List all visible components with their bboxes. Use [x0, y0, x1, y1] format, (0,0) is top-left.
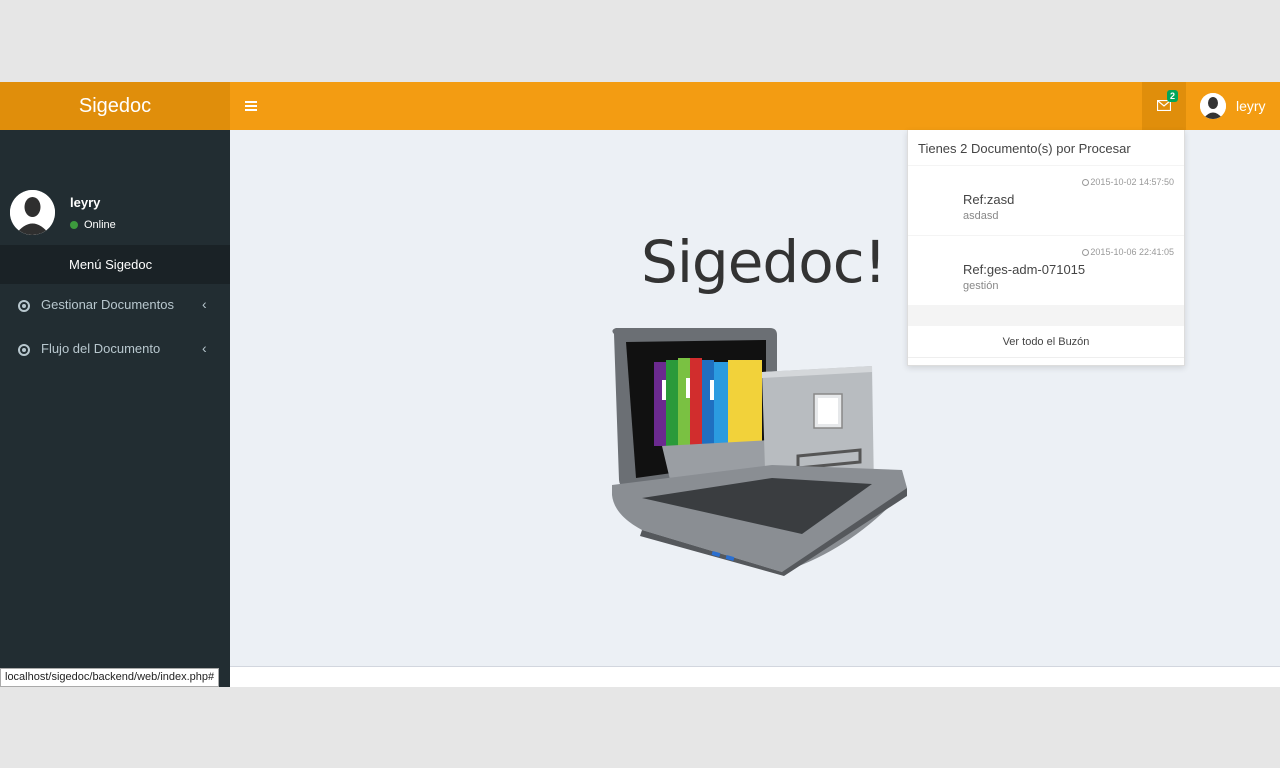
- sidebar-toggle-button[interactable]: [240, 96, 262, 116]
- message-time-text: 2015-10-02 14:57:50: [1090, 177, 1174, 187]
- page-title: Sigedoc!: [641, 228, 887, 296]
- avatar: [1200, 93, 1226, 119]
- clock-icon: [1082, 248, 1090, 256]
- message-desc: asdasd: [963, 210, 999, 222]
- chevron-left-icon: ‹: [202, 296, 207, 312]
- menu-header: Menú Sigedoc: [0, 245, 230, 284]
- dropdown-spacer: [908, 306, 1184, 326]
- user-silhouette-icon: [1200, 93, 1226, 119]
- avatar: [10, 190, 55, 235]
- message-item[interactable]: 2015-10-06 22:41:05 Ref:ges-adm-071015 g…: [908, 236, 1184, 306]
- hamburger-icon: [245, 101, 257, 103]
- sidebar-item-gestionar-documentos[interactable]: Gestionar Documentos ‹: [0, 284, 230, 328]
- circle-icon: [18, 300, 30, 312]
- messages-dropdown: Tienes 2 Documento(s) por Procesar 2015-…: [907, 130, 1185, 366]
- hamburger-icon-bar: [245, 109, 257, 111]
- user-name: leyry: [1236, 98, 1266, 114]
- status-dot-icon: [70, 221, 78, 229]
- user-menu[interactable]: leyry: [1192, 82, 1266, 130]
- page-footer: [230, 666, 1280, 687]
- top-navbar: 2 leyry: [230, 82, 1280, 130]
- message-time: 2015-10-02 14:57:50: [1082, 177, 1174, 187]
- circle-icon: [18, 344, 30, 356]
- hamburger-icon-bar: [245, 105, 257, 107]
- sidebar-item-label: Flujo del Documento: [41, 341, 161, 356]
- sidebar-item-label: Gestionar Documentos: [41, 297, 174, 312]
- logo[interactable]: Sigedoc: [0, 82, 230, 130]
- online-status: Online: [70, 219, 116, 231]
- sidebar: leyry Online Menú Sigedoc Gestionar Docu…: [0, 130, 230, 687]
- clock-icon: [1082, 178, 1090, 186]
- app-window: Sigedoc 2 leyry leyry Online Menú Sigedo…: [0, 82, 1280, 687]
- message-item[interactable]: 2015-10-02 14:57:50 Ref:zasd asdasd: [908, 166, 1184, 236]
- dropdown-header: Tienes 2 Documento(s) por Procesar: [908, 130, 1184, 166]
- sidebar-user-name: leyry: [70, 195, 101, 210]
- message-ref: Ref:zasd: [963, 192, 1015, 207]
- laptop-file-cabinet-image: [612, 328, 907, 576]
- view-all-link[interactable]: Ver todo el Buzón: [908, 326, 1184, 358]
- browser-status-url: localhost/sigedoc/backend/web/index.php#: [0, 668, 220, 687]
- chevron-left-icon: ‹: [202, 340, 207, 356]
- message-ref: Ref:ges-adm-071015: [963, 262, 1086, 277]
- messages-button[interactable]: 2: [1142, 82, 1186, 130]
- logo-text: Sigedoc: [78, 94, 152, 117]
- sidebar-item-flujo-del-documento[interactable]: Flujo del Documento ‹: [0, 328, 230, 372]
- status-label: Online: [84, 219, 116, 231]
- message-time-text: 2015-10-06 22:41:05: [1090, 247, 1174, 257]
- message-desc: gestión: [963, 280, 999, 292]
- user-silhouette-icon: [10, 190, 55, 235]
- user-panel: leyry Online: [0, 188, 230, 248]
- message-time: 2015-10-06 22:41:05: [1082, 247, 1174, 257]
- messages-badge: 2: [1167, 90, 1179, 102]
